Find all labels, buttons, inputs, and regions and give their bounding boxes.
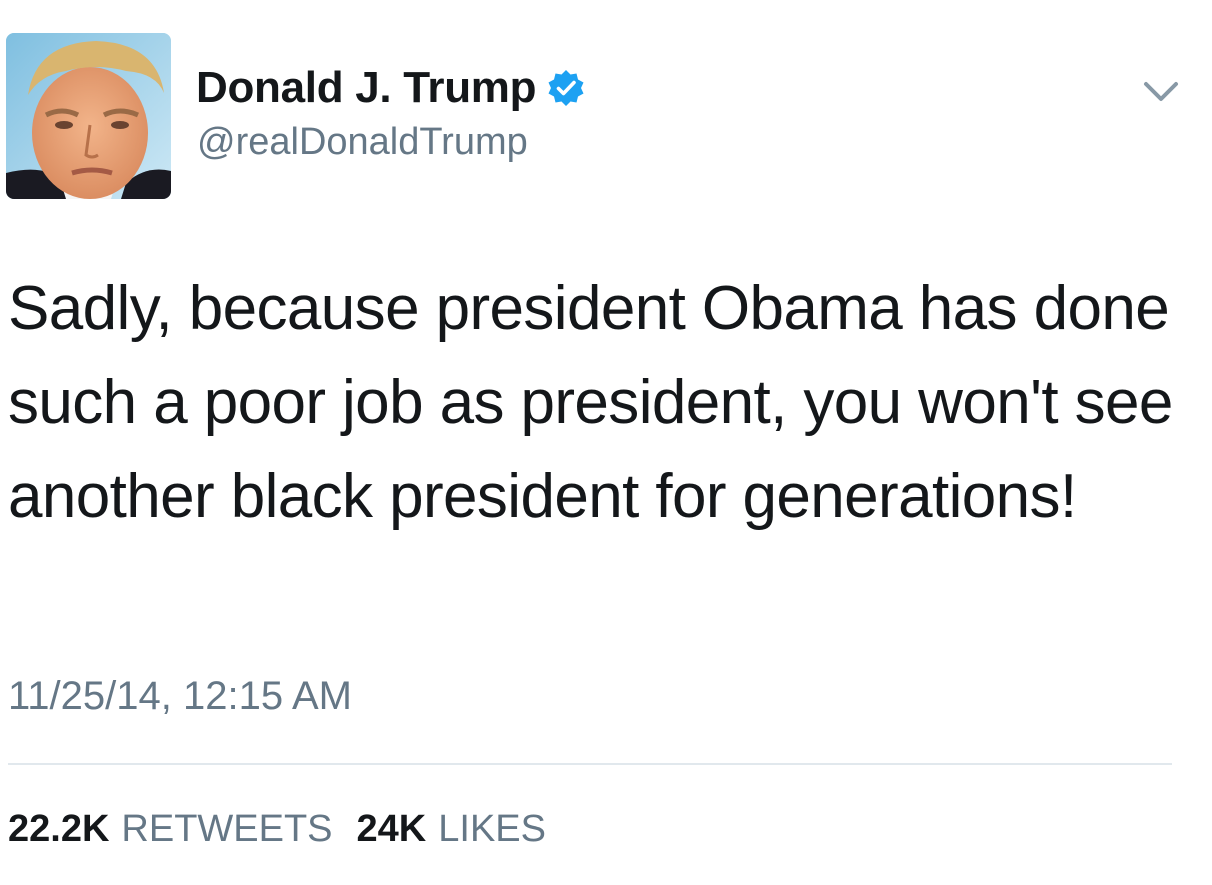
author-handle[interactable]: @realDonaldTrump [197,118,528,166]
profile-photo [6,33,171,199]
tweet-timestamp[interactable]: 11/25/14, 12:15 AM [8,672,352,720]
retweets-label: RETWEETS [121,808,333,850]
author-display-name[interactable]: Donald J. Trump [196,62,537,114]
likes-label: LIKES [438,808,546,850]
avatar[interactable] [6,33,171,199]
tweet-text: Sadly, because president Obama has done … [8,274,1173,531]
likes-stat[interactable]: 24K LIKES [357,805,546,853]
retweets-count: 22.2K [8,808,110,850]
author-name-row: Donald J. Trump [196,62,586,114]
verified-badge-icon [548,70,584,106]
tweet-stats: 22.2K RETWEETS 24K LIKES [8,805,570,853]
chevron-down-icon[interactable] [1143,78,1179,106]
divider [8,763,1172,765]
retweets-stat[interactable]: 22.2K RETWEETS [8,805,333,853]
likes-count: 24K [356,808,427,850]
